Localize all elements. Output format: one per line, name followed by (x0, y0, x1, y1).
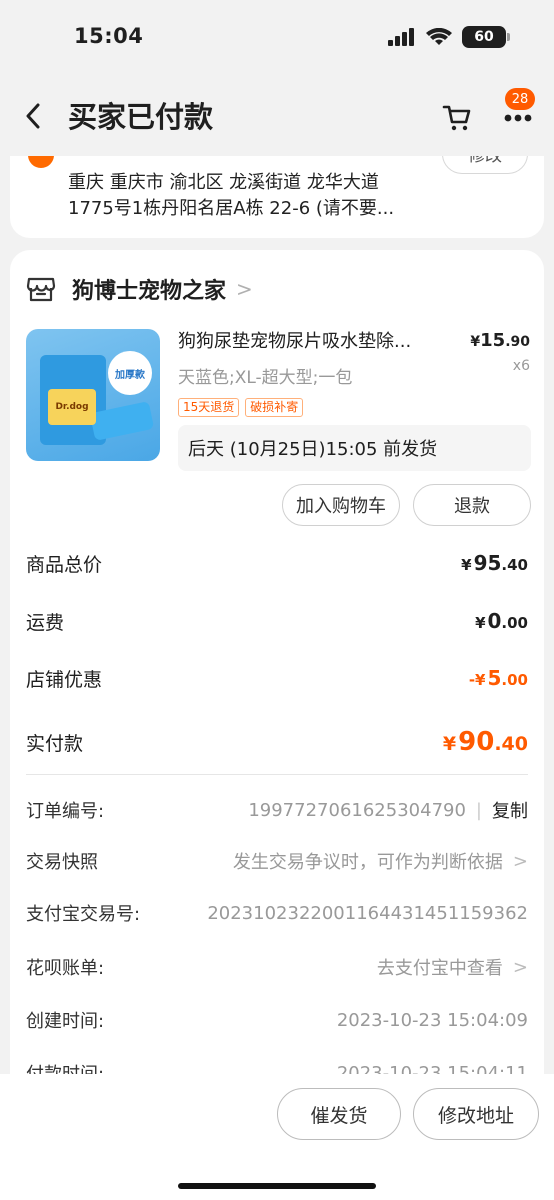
product-title[interactable]: 狗狗尿垫宠物尿片吸水垫除... (178, 329, 456, 355)
home-indicator[interactable] (178, 1183, 376, 1189)
info-value: 1997727061625304790 | 复制 (248, 797, 528, 823)
summary-dec: .00 (501, 614, 528, 632)
summary-dec: .40 (501, 556, 528, 574)
info-label: 创建时间: (26, 1011, 105, 1032)
location-icon (28, 156, 54, 168)
summary-symbol: -¥ (468, 671, 486, 689)
signal-icon (388, 28, 414, 46)
info-label: 订单编号: (26, 801, 105, 822)
summary-label: 实付款 (26, 732, 84, 755)
summary-symbol: ¥ (475, 614, 486, 632)
summary-row-paid: 实付款 ¥90.40 (26, 727, 528, 757)
message-count-badge: 28 (505, 88, 535, 110)
order-card: 狗博士宠物之家 > Dr.dog 加厚款 狗狗尿垫宠物尿片吸水垫除... ¥15… (10, 250, 544, 1100)
info-value: 去支付宝中查看 > (377, 954, 528, 980)
product-spec: 天蓝色;XL-超大型;一包 (178, 368, 353, 388)
copy-button[interactable]: 复制 (492, 797, 528, 823)
edit-address-button[interactable]: 修改 (442, 156, 528, 174)
product-image[interactable]: Dr.dog 加厚款 (26, 329, 160, 461)
urge-shipping-button[interactable]: 催发货 (277, 1088, 401, 1140)
summary-value: ¥95.40 (461, 551, 528, 575)
info-row-created: 创建时间: 2023-10-23 15:04:09 (26, 1005, 528, 1035)
summary-row-shipping: 运费 ¥0.00 (26, 606, 528, 636)
product-image-badge: 加厚款 (108, 351, 152, 395)
summary-row-total: 商品总价 ¥95.40 (26, 548, 528, 578)
address-card[interactable]: 修改 重庆 重庆市 渝北区 龙溪街道 龙华大道 1775号1栋丹阳名居A栋 22… (10, 156, 544, 238)
shipping-notice: 后天 (10月25日)15:05 前发货 (178, 425, 531, 471)
status-time: 15:04 (74, 24, 144, 48)
summary-int: 90 (458, 727, 495, 757)
cart-button[interactable] (438, 102, 474, 132)
summary-dec: .00 (501, 671, 528, 689)
summary-value: ¥0.00 (475, 609, 528, 633)
address-text: 重庆 重庆市 渝北区 龙溪街道 龙华大道 1775号1栋丹阳名居A栋 22-6 … (68, 170, 440, 222)
address-line1: 重庆 重庆市 渝北区 龙溪街道 龙华大道 (68, 172, 379, 193)
back-icon (26, 103, 40, 129)
summary-symbol: ¥ (461, 556, 472, 574)
info-row-huabei[interactable]: 花呗账单: 去支付宝中查看 > (26, 952, 528, 982)
store-link[interactable]: 狗博士宠物之家 > (26, 270, 253, 308)
summary-label: 运费 (26, 611, 65, 634)
tag-damage: 破损补寄 (245, 398, 304, 417)
cart-icon (442, 105, 471, 131)
summary-int: 0 (487, 609, 502, 633)
address-line2: 1775号1栋丹阳名居A栋 22-6 (请不要... (68, 198, 395, 219)
info-label: 花呗账单: (26, 958, 105, 979)
chevron-right-icon: > (236, 277, 253, 301)
divider (26, 774, 528, 775)
summary-label: 商品总价 (26, 553, 103, 576)
product-tags: 15天退货 破损补寄 (178, 398, 304, 417)
summary-dec: .40 (494, 733, 528, 755)
chevron-right-icon: > (512, 850, 528, 872)
status-icons: 60 (388, 26, 510, 48)
alipay-number: 2023102322001164431451159362 (207, 902, 528, 924)
order-number: 1997727061625304790 (248, 799, 466, 821)
created-time: 2023-10-23 15:04:09 (336, 1009, 528, 1031)
info-row-snapshot[interactable]: 交易快照 发生交易争议时，可作为判断依据 > (26, 846, 528, 876)
summary-int: 5 (487, 666, 502, 690)
wifi-icon (426, 28, 452, 45)
battery-level: 60 (474, 29, 494, 45)
product-qty: x6 (512, 358, 530, 374)
store-name: 狗博士宠物之家 (72, 279, 227, 304)
status-bar: 15:04 60 (0, 0, 554, 76)
huabei-text: 去支付宝中查看 (376, 958, 503, 979)
store-icon (26, 277, 56, 302)
add-to-cart-button[interactable]: 加入购物车 (282, 484, 400, 526)
tag-return: 15天退货 (178, 398, 240, 417)
price-int: 15 (480, 330, 506, 351)
summary-int: 95 (473, 551, 502, 575)
refund-button[interactable]: 退款 (413, 484, 531, 526)
chevron-right-icon: > (512, 956, 528, 978)
info-label: 交易快照 (26, 852, 98, 873)
summary-row-discount: 店铺优惠 -¥ 5.00 (26, 663, 528, 693)
summary-value: -¥ 5.00 (469, 666, 528, 690)
back-button[interactable] (20, 98, 46, 134)
battery-icon: 60 (462, 26, 510, 48)
info-row-order-no: 订单编号: 1997727061625304790 | 复制 (26, 795, 528, 825)
summary-label: 店铺优惠 (26, 668, 103, 691)
modify-address-button[interactable]: 修改地址 (413, 1088, 539, 1140)
price-symbol: ¥ (470, 334, 481, 350)
product-price: ¥15.90 (470, 330, 530, 351)
snapshot-text: 发生交易争议时，可作为判断依据 (232, 852, 503, 873)
page-title: 买家已付款 (68, 100, 214, 134)
product-logo: Dr.dog (48, 389, 96, 425)
info-row-alipay: 支付宝交易号: 2023102322001164431451159362 (26, 898, 528, 928)
nav-bar: 买家已付款 (0, 76, 554, 156)
info-value: 发生交易争议时，可作为判断依据 > (233, 848, 528, 874)
summary-value: ¥90.40 (443, 727, 528, 757)
bottom-action-bar: 催发货 修改地址 (0, 1074, 554, 1200)
price-dec: .90 (505, 334, 530, 350)
summary-symbol: ¥ (442, 733, 457, 755)
separator: | (475, 799, 482, 821)
info-label: 支付宝交易号: (26, 904, 141, 925)
